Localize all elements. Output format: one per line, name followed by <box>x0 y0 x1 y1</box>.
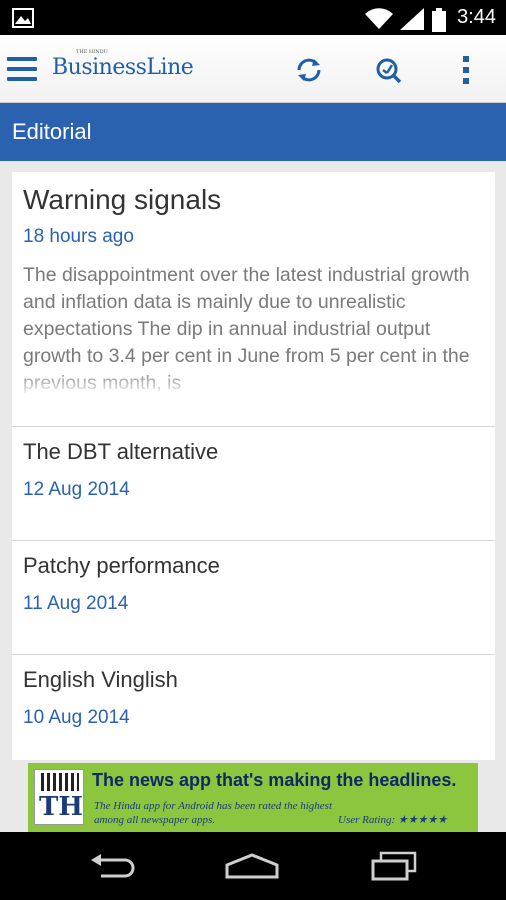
search-button[interactable] <box>371 53 405 87</box>
section-header: Editorial <box>0 103 506 161</box>
article-title: Patchy performance <box>23 553 220 578</box>
overflow-menu-button[interactable] <box>449 53 483 87</box>
image-icon <box>12 8 34 28</box>
overflow-menu-icon <box>463 56 469 84</box>
app-logo: THE HINDU BusinessLine <box>52 49 194 80</box>
home-icon <box>225 853 279 879</box>
ad-subtext: The Hindu app for Android has been rated… <box>94 800 333 826</box>
signal-icon <box>400 8 424 30</box>
article-item[interactable]: The DBT alternative 12 Aug 2014 <box>12 427 495 541</box>
article-list[interactable]: Warning signals 18 hours ago The disappo… <box>12 172 495 760</box>
article-date: 11 Aug 2014 <box>23 593 129 614</box>
article-summary: The disappointment over the latest indus… <box>23 262 484 397</box>
article-date: 18 hours ago <box>23 226 134 247</box>
ad-rating: User Rating: ★★★★★ <box>338 814 448 826</box>
status-bar: 3:44 <box>0 0 506 35</box>
article-title: Warning signals <box>23 184 222 215</box>
article-title: English Vinglish <box>23 667 178 692</box>
ad-logo-text: TH <box>39 792 83 822</box>
article-title: The DBT alternative <box>23 439 219 464</box>
app-bar: THE HINDU BusinessLine <box>0 35 506 103</box>
article-item[interactable]: Warning signals 18 hours ago The disappo… <box>12 172 495 427</box>
logo-tag: THE HINDU <box>76 49 108 55</box>
back-icon <box>91 854 135 878</box>
recent-apps-icon <box>371 851 417 881</box>
wifi-icon <box>365 8 393 29</box>
ad-logo-image <box>41 773 79 791</box>
menu-icon[interactable] <box>7 57 37 81</box>
ad-logo: TH <box>34 769 84 825</box>
refresh-button[interactable] <box>292 53 326 87</box>
search-icon <box>376 58 402 84</box>
recent-apps-button[interactable] <box>364 846 424 886</box>
ad-headline: The news app that's making the headlines… <box>92 770 457 790</box>
back-button[interactable] <box>82 846 142 886</box>
refresh-icon <box>297 58 321 82</box>
logo-text: BusinessLine <box>52 55 194 80</box>
article-date: 10 Aug 2014 <box>23 707 130 728</box>
status-time: 3:44 <box>457 6 496 28</box>
article-date: 12 Aug 2014 <box>23 479 130 500</box>
article-item[interactable]: English Vinglish 10 Aug 2014 <box>12 655 495 760</box>
navigation-bar <box>0 832 506 900</box>
home-button[interactable] <box>222 846 282 886</box>
ad-banner[interactable]: TH The news app that's making the headli… <box>28 763 478 832</box>
section-title: Editorial <box>12 119 92 144</box>
article-item[interactable]: Patchy performance 11 Aug 2014 <box>12 541 495 655</box>
battery-icon <box>432 8 446 32</box>
